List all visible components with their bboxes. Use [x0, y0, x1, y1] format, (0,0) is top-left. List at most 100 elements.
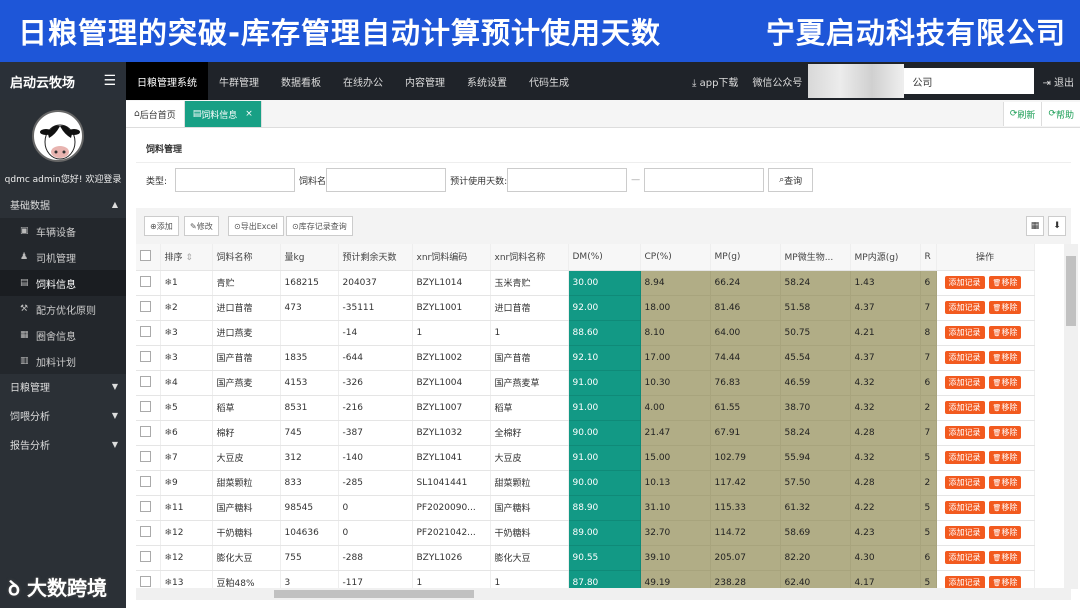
table-row[interactable]: ❄2 进口苜蓿 473 -35111 BZYL1001 进口苜蓿 92.00 18.00 81.…	[136, 295, 1035, 321]
add-record-button[interactable]: 添加记录	[944, 501, 985, 514]
logout-button[interactable]: ⇥ 退出	[1042, 74, 1074, 89]
add-record-button[interactable]: 添加记录	[944, 526, 985, 539]
table-row[interactable]: ❄3 进口燕麦 -14 1 1 88.60 8.10 64.00 50.75 4.21 8 添加记录 🗑…	[136, 320, 1035, 346]
row-checkbox[interactable]	[140, 475, 151, 487]
days-from-input[interactable]	[507, 168, 628, 192]
sidebar-group-basic-data[interactable]: 基础数据 ▲	[0, 192, 126, 216]
company-select[interactable]: 公司	[808, 64, 1035, 98]
scroll-thumb[interactable]	[274, 590, 474, 598]
remove-button[interactable]: 🗑移除	[988, 351, 1022, 364]
add-record-button[interactable]: 添加记录	[944, 351, 985, 364]
nav-item[interactable]: 日粮管理系统	[126, 62, 208, 100]
add-record-button[interactable]: 添加记录	[944, 276, 985, 289]
remove-button[interactable]: 🗑移除	[988, 501, 1022, 514]
row-checkbox[interactable]	[140, 450, 151, 462]
nav-item[interactable]: 代码生成	[518, 62, 580, 100]
sidebar-item[interactable]: ⚒ 配方优化原则	[0, 296, 126, 322]
columns-icon[interactable]: ▦	[1026, 216, 1044, 236]
add-record-button[interactable]: 添加记录	[944, 476, 985, 489]
add-record-button[interactable]: 添加记录	[944, 401, 985, 414]
edit-button[interactable]: ✎ 修改	[184, 216, 219, 236]
tab-feed-info[interactable]: ▤ 饲料信息 ×	[184, 101, 262, 127]
row-checkbox[interactable]	[140, 425, 151, 437]
horizontal-scrollbar[interactable]	[136, 588, 1071, 600]
table-row[interactable]: ❄5 稻草 8531 -216 BZYL1007 稻草 91.00 4.00 61.55 38.7…	[136, 395, 1035, 421]
table-cell: 进口燕麦	[212, 320, 281, 346]
days-to-input[interactable]	[644, 168, 765, 192]
wechat-link[interactable]: 微信公众号	[752, 74, 802, 89]
table-row[interactable]: ❄13 豆粕48% 3 -117 1 1 87.80 49.19 238.28 62.40 4.17…	[136, 570, 1035, 589]
row-checkbox[interactable]	[140, 400, 151, 412]
table-row[interactable]: ❄12 膨化大豆 755 -288 BZYL1026 膨化大豆 90.55 39.10 205.…	[136, 545, 1035, 571]
sidebar-group[interactable]: 饲喂分析 ▼	[0, 403, 126, 427]
table-row[interactable]: ❄4 国产燕麦 4153 -326 BZYL1004 国产燕麦草 91.00 10.30 76.…	[136, 370, 1035, 396]
vertical-scrollbar[interactable]	[1064, 244, 1078, 589]
sidebar-group[interactable]: 报告分析 ▼	[0, 432, 126, 456]
export-excel-button[interactable]: ⊙ 导出Excel	[228, 216, 284, 236]
table-row[interactable]: ❄9 甜菜颗粒 833 -285 SL1041441 甜菜颗粒 90.00 10.13 117.…	[136, 470, 1035, 496]
nav-item[interactable]: 数据看板	[270, 62, 332, 100]
row-checkbox[interactable]	[140, 275, 151, 287]
remove-button[interactable]: 🗑移除	[988, 426, 1022, 439]
table-cell: -644	[338, 345, 413, 371]
remove-button[interactable]: 🗑移除	[988, 401, 1022, 414]
row-checkbox[interactable]	[140, 575, 151, 587]
row-checkbox[interactable]	[140, 375, 151, 387]
row-checkbox[interactable]	[140, 525, 151, 537]
table-cell: 10.30	[640, 370, 711, 396]
row-checkbox[interactable]	[140, 300, 151, 312]
table-row[interactable]: ❄12 干奶糖料 104636 0 PF2021042... 干奶糖料 89.00 32.70…	[136, 520, 1035, 546]
remove-button[interactable]: 🗑移除	[988, 451, 1022, 464]
remove-button[interactable]: 🗑移除	[988, 301, 1022, 314]
table-row[interactable]: ❄3 国产苜蓿 1835 -644 BZYL1002 国产苜蓿 92.10 17.00 74.4…	[136, 345, 1035, 371]
export-icon[interactable]: ⬇	[1048, 216, 1066, 236]
menu-toggle-icon[interactable]: ☰	[103, 73, 116, 89]
sidebar-item[interactable]: ▦ 圈舍信息	[0, 322, 126, 348]
select-all-checkbox[interactable]	[140, 249, 151, 261]
nav-item[interactable]: 牛群管理	[208, 62, 270, 100]
app-download-link[interactable]: ⤓ app下载	[692, 74, 738, 89]
sidebar-item[interactable]: ▤ 饲料信息	[0, 270, 126, 296]
nav-item[interactable]: 内容管理	[394, 62, 456, 100]
add-record-button[interactable]: 添加记录	[944, 451, 985, 464]
table-row[interactable]: ❄1 青贮 168215 204037 BZYL1014 玉米青贮 30.00 8.94 66.…	[136, 270, 1035, 296]
remove-button[interactable]: 🗑移除	[988, 276, 1022, 289]
remove-button[interactable]: 🗑移除	[988, 376, 1022, 389]
help-button[interactable]: ⟳ 帮助	[1041, 102, 1080, 126]
add-record-button[interactable]: 添加记录	[944, 426, 985, 439]
table-cell: 205.07	[710, 545, 781, 571]
sidebar-group[interactable]: 日粮管理 ▼	[0, 374, 126, 398]
remove-button[interactable]: 🗑移除	[988, 326, 1022, 339]
add-record-button[interactable]: 添加记录	[944, 301, 985, 314]
scroll-thumb[interactable]	[1066, 256, 1076, 326]
table-cell: 15.00	[640, 445, 711, 471]
table-row[interactable]: ❄6 棉籽 745 -387 BZYL1032 全棉籽 90.00 21.47 67.91 58.…	[136, 420, 1035, 446]
close-icon[interactable]: ×	[245, 109, 253, 119]
add-record-button[interactable]: 添加记录	[944, 326, 985, 339]
table-row[interactable]: ❄11 国产糖料 98545 0 PF2020090... 国产糖料 88.90 31.10 1…	[136, 495, 1035, 521]
remove-button[interactable]: 🗑移除	[988, 476, 1022, 489]
row-checkbox[interactable]	[140, 350, 151, 362]
table-row[interactable]: ❄7 大豆皮 312 -140 BZYL1041 大豆皮 91.00 15.00 102.79 5…	[136, 445, 1035, 471]
tab-home[interactable]: ⌂ 后台首页	[126, 101, 185, 127]
search-button[interactable]: ⌕ 查询	[768, 168, 814, 192]
type-input[interactable]	[175, 168, 296, 192]
column-header[interactable]	[136, 244, 161, 271]
remove-button[interactable]: 🗑移除	[988, 526, 1022, 539]
add-button[interactable]: ⊕ 添加	[144, 216, 179, 236]
refresh-button[interactable]: ⟳ 刷新	[1002, 102, 1042, 126]
nav-item[interactable]: 系统设置	[456, 62, 518, 100]
add-record-button[interactable]: 添加记录	[944, 551, 985, 564]
nav-item[interactable]: 在线办公	[332, 62, 394, 100]
row-checkbox[interactable]	[140, 500, 151, 512]
remove-button[interactable]: 🗑移除	[988, 551, 1022, 564]
stock-history-button[interactable]: ⊙ 库存记录查询	[286, 216, 353, 236]
sidebar-item[interactable]: ▥ 加料计划	[0, 348, 126, 374]
sidebar-item[interactable]: ▣ 车辆设备	[0, 218, 126, 244]
sidebar-item[interactable]: ♟ 司机管理	[0, 244, 126, 270]
row-checkbox[interactable]	[140, 550, 151, 562]
name-input[interactable]	[326, 168, 447, 192]
row-checkbox[interactable]	[140, 325, 151, 337]
sort-icon[interactable]: ⇕	[183, 253, 193, 263]
add-record-button[interactable]: 添加记录	[944, 376, 985, 389]
